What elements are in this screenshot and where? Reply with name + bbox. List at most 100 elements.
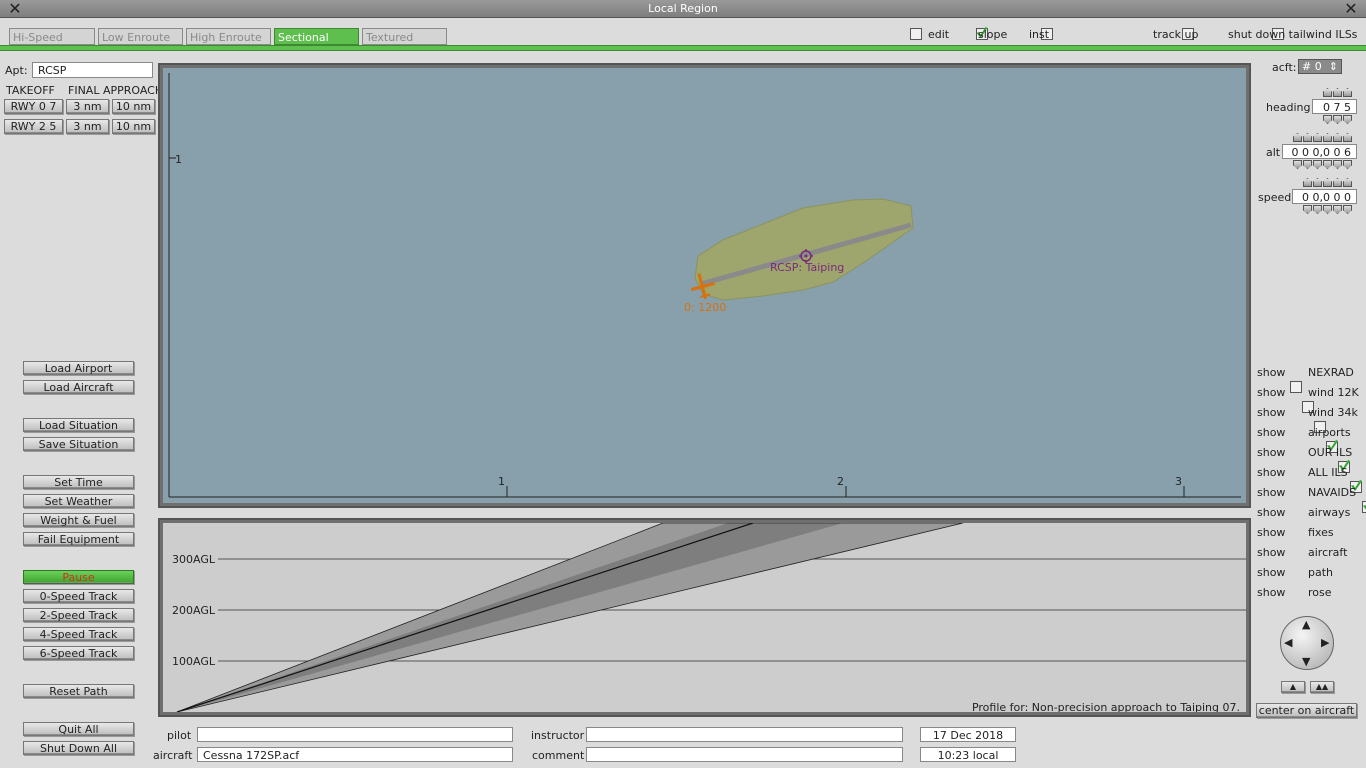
map-canvas[interactable]: 1 1 2 3 RCSP: Taiping 0: 1200 [163,68,1246,503]
tab-low-enroute[interactable]: Low Enroute [98,28,183,45]
center-on-aircraft-button[interactable]: center on aircraft [1256,703,1357,718]
takeoff-rwy07-button[interactable]: RWY 0 7 [4,99,63,114]
alt-up-arrow-icon[interactable] [1303,133,1312,142]
edit-label: edit [928,28,950,41]
tab-sectional[interactable]: Sectional [274,28,359,45]
alt-up-arrow-icon[interactable] [1323,133,1332,142]
pilot-input[interactable] [197,727,513,742]
alt-up-arrow-icon[interactable] [1293,133,1302,142]
speed-2-track-button[interactable]: 2-Speed Track [23,608,134,622]
zoom-out-icon[interactable]: ▲▲ [1310,681,1334,693]
show-label: show [1257,506,1286,519]
layer-label: OUR ILS [1308,446,1353,459]
comment-input[interactable] [586,747,903,762]
instructor-input[interactable] [586,727,903,742]
pan-right-icon[interactable]: ▶ [1321,636,1329,649]
speed-up-arrow-icon[interactable] [1323,178,1332,187]
load-airport-button[interactable]: Load Airport [23,361,134,375]
pan-down-icon[interactable]: ▼ [1302,655,1310,668]
speed-up-arrow-icon[interactable] [1313,178,1322,187]
load-situation-button[interactable]: Load Situation [23,418,134,432]
final-rwy25-3nm-button[interactable]: 3 nm [66,119,109,134]
final-rwy07-10nm-button[interactable]: 10 nm [112,99,155,114]
alt-down-arrow-icon[interactable] [1293,160,1302,169]
glideslope-outline [176,523,964,712]
layer-label: wind 34k [1308,406,1358,419]
heading-down-arrow-icon[interactable] [1323,115,1332,124]
alt-up-arrow-icon[interactable] [1343,133,1352,142]
speed-up-arrow-icon[interactable] [1343,178,1352,187]
pan-up-icon[interactable]: ▲ [1302,618,1310,631]
alt-up-arrow-icon[interactable] [1333,133,1342,142]
close-window-icon[interactable]: ✕ [1342,0,1360,18]
island-landmass [694,198,914,301]
tab-hi-speed[interactable]: Hi-Speed [9,28,95,45]
heading-up-arrow-icon[interactable] [1333,88,1342,97]
heading-field[interactable]: 0 7 5 [1312,99,1357,114]
pan-left-icon[interactable]: ◀ [1284,636,1292,649]
speed-down-arrow-icon[interactable] [1333,205,1342,214]
pan-joystick[interactable]: ▲ ▼ ◀ ▶ [1280,616,1334,670]
load-aircraft-button[interactable]: Load Aircraft [23,380,134,394]
airport-input[interactable]: RCSP [32,62,153,78]
alt-label: alt [1266,146,1281,159]
speed-down-arrow-icon[interactable] [1313,205,1322,214]
heading-down-arrow-icon[interactable] [1333,115,1342,124]
takeoff-header: TAKEOFF [6,84,55,97]
alt-field[interactable]: 0 0 0,0 0 6 [1282,144,1357,159]
acft-selector[interactable]: # 0 ⇕ [1298,59,1342,74]
set-time-button[interactable]: Set Time [23,475,134,489]
map-svg [168,73,1241,498]
save-situation-button[interactable]: Save Situation [23,437,134,451]
pause-button[interactable]: Pause [23,570,134,584]
layer-label: airways [1308,506,1351,519]
alt-down-arrow-icon[interactable] [1313,160,1322,169]
weight-fuel-button[interactable]: Weight & Fuel [23,513,134,527]
quit-all-button[interactable]: Quit All [23,722,134,736]
alt-down-arrow-icon[interactable] [1303,160,1312,169]
heading-up-arrow-icon[interactable] [1323,88,1332,97]
takeoff-rwy25-button[interactable]: RWY 2 5 [4,119,63,134]
tab-high-enroute[interactable]: High Enroute [186,28,271,45]
speed-4-track-button[interactable]: 4-Speed Track [23,627,134,641]
alt-down-arrow-icon[interactable] [1323,160,1332,169]
heading-up-arrow-icon[interactable] [1343,88,1352,97]
final-rwy25-10nm-button[interactable]: 10 nm [112,119,155,134]
show-label: show [1257,466,1286,479]
layer-label: aircraft [1308,546,1348,559]
instructor-label: instructor [531,729,585,742]
shut-down-all-button[interactable]: Shut Down All [23,741,134,755]
speed-up-arrow-icon[interactable] [1303,178,1312,187]
speed-field[interactable]: 0 0,0 0 0 [1292,189,1357,204]
show-label: show [1257,386,1286,399]
date-field[interactable]: 17 Dec 2018 [920,727,1016,742]
speed-down-arrow-icon[interactable] [1303,205,1312,214]
edit-checkbox[interactable] [910,28,922,40]
layer-checkbox-nexrad[interactable] [1290,381,1302,393]
speed-down-arrow-icon[interactable] [1343,205,1352,214]
glideslope-centerline [176,523,754,712]
speed-6-track-button[interactable]: 6-Speed Track [23,646,134,660]
speed-up-arrow-icon[interactable] [1333,178,1342,187]
layer-label: rose [1308,586,1332,599]
alt-down-arrow-icon[interactable] [1343,160,1352,169]
agl-300-label: 300AGL [172,553,215,566]
final-rwy07-3nm-button[interactable]: 3 nm [66,99,109,114]
tab-textured[interactable]: Textured [362,28,447,45]
fail-equipment-button[interactable]: Fail Equipment [23,532,134,546]
map-x-tick-label-3: 3 [1175,475,1182,488]
title-bar: ✕ Local Region ✕ [0,0,1366,18]
zoom-in-icon[interactable]: ▲ [1281,681,1305,693]
heading-label: heading [1266,101,1311,114]
reset-path-button[interactable]: Reset Path [23,684,134,698]
heading-down-arrow-icon[interactable] [1343,115,1352,124]
set-weather-button[interactable]: Set Weather [23,494,134,508]
layer-checkbox-navaids[interactable] [1362,501,1366,513]
aircraft-input[interactable]: Cessna 172SP.acf [197,747,513,762]
speed-down-arrow-icon[interactable] [1323,205,1332,214]
speed-0-track-button[interactable]: 0-Speed Track [23,589,134,603]
alt-down-arrow-icon[interactable] [1333,160,1342,169]
time-field[interactable]: 10:23 local [920,747,1016,762]
alt-up-arrow-icon[interactable] [1313,133,1322,142]
show-label: show [1257,366,1286,379]
